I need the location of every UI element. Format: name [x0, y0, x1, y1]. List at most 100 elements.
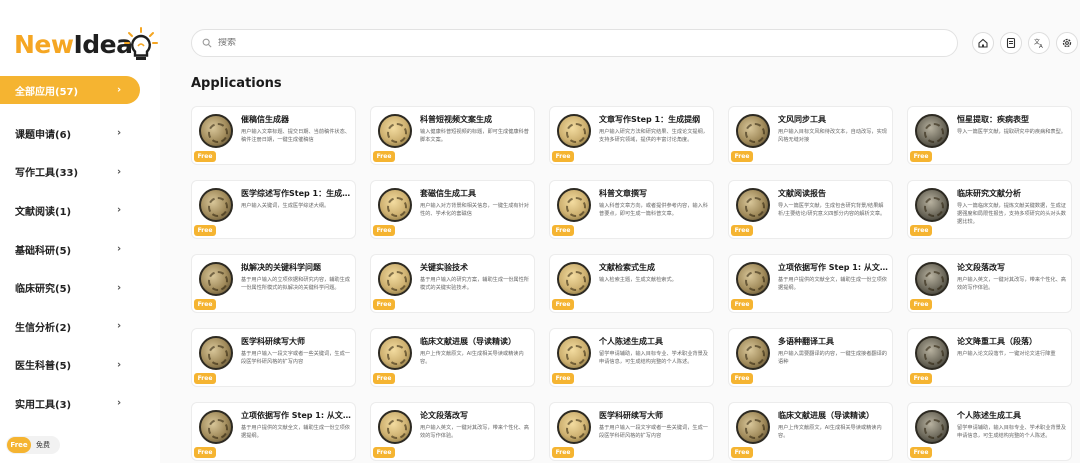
app-thumbnail-icon: [736, 336, 770, 370]
app-card-description: 导入一篇医学文献，提取研究中的疾病和表型。: [957, 129, 1066, 135]
app-card-description: 留学申请辅助，输入目标专业、学术职业背景及申请信息，可生成结构完整的个人陈述。: [599, 351, 708, 365]
app-card[interactable]: 临床研究文献分析 导入一篇临床文献，提炼文献关键数据，生成证据强度和局限性报告，支…: [907, 180, 1072, 239]
app-card-title: 临床文献进展（导读精读）: [778, 411, 874, 420]
nav-item-clinical-research[interactable]: 临床研究(5) ›: [0, 268, 160, 307]
app-thumbnail-icon: [736, 262, 770, 296]
app-card[interactable]: 套磁信生成工具 用户输入对方背景和相关信息，一键生成有针对性的、学术化的套磁信 Fr…: [370, 180, 535, 239]
app-card-description: 用户上传文献原文，AI生成相关导读或精读内容。: [778, 425, 882, 439]
app-card[interactable]: 拟解决的关键科学问题 基于用户输入的立项依据和研究内容，辅助生成一份属性所模式的拟…: [191, 254, 356, 313]
nav-item-basic-research[interactable]: 基础科研(5) ›: [0, 230, 160, 269]
app-card[interactable]: 临床文献进展（导读精读） 用户上传文献原文，AI生成相关导读或精读内容。 Free: [370, 328, 535, 387]
app-card-title: 催稿信生成器: [241, 115, 289, 124]
search-bar[interactable]: [191, 29, 958, 57]
app-card[interactable]: 文章写作Step 1：生成提纲 用户输入研究方法和研究结果、生成论文提纲，支持多研…: [549, 106, 714, 165]
svg-text:A: A: [1039, 44, 1043, 49]
app-card-title: 立项依据写作 Step 1: 从文献中提取信息: [241, 411, 351, 420]
settings-button[interactable]: [1056, 32, 1078, 54]
nav-item-utility-tools[interactable]: 实用工具(3) ›: [0, 384, 160, 423]
app-card-title: 论文降重工具（段落）: [957, 337, 1037, 346]
app-card-title: 关键实验技术: [420, 263, 468, 272]
app-card-description: 基于用户输入一段文字或者一些关键词，生成一段医学科研风格的扩写内容: [599, 425, 708, 439]
app-card[interactable]: 多语种翻译工具 用户输入需要翻译的内容，一键生成接者翻译的语种 Free: [728, 328, 893, 387]
document-button[interactable]: [1000, 32, 1022, 54]
free-badge: Free: [552, 299, 574, 310]
app-thumbnail-icon: [557, 336, 591, 370]
search-input[interactable]: [218, 38, 818, 48]
app-card-title: 论文段落改写: [420, 411, 468, 420]
chevron-right-icon: ›: [117, 397, 122, 409]
app-thumbnail-icon: [915, 410, 949, 444]
logo-part-new: New: [14, 30, 74, 59]
app-card-description: 用户输入对方背景和相关信息，一键生成有针对性的、学术化的套磁信: [420, 203, 529, 217]
logo[interactable]: NewIdea: [14, 14, 159, 64]
translate-button[interactable]: 文A: [1028, 32, 1050, 54]
app-card-description: 用户输入关键词，生成医学综述大纲。: [241, 203, 330, 209]
app-card[interactable]: 医学综述写作Step 1：生成提纲 用户输入关键词，生成医学综述大纲。 Free: [191, 180, 356, 239]
nav-item-literature-reading[interactable]: 文献阅读(1) ›: [0, 191, 160, 230]
free-badge: Free: [373, 151, 395, 162]
app-card[interactable]: 恒星提取：疾病表型 导入一篇医学文献，提取研究中的疾病和表型。 Free: [907, 106, 1072, 165]
app-thumbnail-icon: [557, 114, 591, 148]
app-card[interactable]: 文风同步工具用户输入目标文风和待改文本，自动改写，实现风格无缝对接 Free: [728, 106, 893, 165]
app-card-title: 多语种翻译工具: [778, 337, 834, 346]
app-thumbnail-icon: [915, 336, 949, 370]
free-badge: Free: [194, 225, 216, 236]
app-card-description: 导入一篇临床文献，提炼文献关键数据，生成证据强度和局限性报告，支持多项研究的头对…: [957, 203, 1066, 225]
app-thumbnail-icon: [199, 336, 233, 370]
nav-item-label: 全部应用(57): [15, 86, 79, 98]
chevron-right-icon: ›: [117, 320, 122, 332]
app-card[interactable]: 医学科研续写大师基于用户输入一段文字或者一些关键词，生成一段医学科研风格的扩写内…: [549, 402, 714, 461]
app-card[interactable]: 个人陈述生成工具留学申请辅助，输入目标专业、学术职业背景及申请信息，可生成结构完…: [549, 328, 714, 387]
nav-item-doctor-science[interactable]: 医生科普(5) ›: [0, 346, 160, 385]
app-card-title: 文风同步工具: [778, 115, 826, 124]
free-badge: Free: [731, 151, 753, 162]
app-thumbnail-icon: [378, 114, 412, 148]
app-card[interactable]: 医学科研续写大师 基于用户输入一段文字或者一些关键词，生成一段医学科研风格的扩写内…: [191, 328, 356, 387]
app-card[interactable]: 立项依据写作 Step 1: 从文献中提取信息基于用户提供的文献全文，辅助生成一…: [728, 254, 893, 313]
nav-item-writing-tools[interactable]: 写作工具(33) ›: [0, 153, 160, 192]
free-badge: Free: [910, 299, 932, 310]
app-card-description: 基于用户输入的研究方案，辅助生成一份属性所模式的关键实验技术。: [420, 277, 529, 291]
app-card-description: 用户输入目标文风和待改文本，自动改写，实现风格无缝对接: [778, 129, 887, 143]
app-card-title: 医学科研续写大师: [599, 411, 663, 420]
home-button[interactable]: [972, 32, 994, 54]
app-thumbnail-icon: [199, 410, 233, 444]
app-card[interactable]: 个人陈述生成工具 留学申请辅助，输入目标专业、学术职业背景及申请信息，可生成结构完…: [907, 402, 1072, 461]
nav-item-topic-application[interactable]: 课题申请(6) ›: [0, 114, 160, 153]
nav-item-bioinformatics[interactable]: 生信分析(2) ›: [0, 307, 160, 346]
free-badge: Free: [194, 373, 216, 384]
app-card[interactable]: 催稿信生成器 用户输入文章标题、提交日期、当前稿件状态、稿件注册日期，一键生成催稿…: [191, 106, 356, 165]
app-card[interactable]: 科普文章撰写 输入科普文章方向，或者提供参考内容，输入科普要点，即可生成一篇科普文…: [549, 180, 714, 239]
app-card-description: 基于用户输入的立项依据和研究内容，辅助生成一份属性所模式的拟解决的关键科学问题。: [241, 277, 350, 291]
app-card[interactable]: 论文段落改写 用户输入英文，一键对其改写，带来个性化、高效的写作体验。 Free: [370, 402, 535, 461]
price-toggle[interactable]: Free 免费: [6, 436, 60, 454]
app-card[interactable]: 科普短视频文案生成 输入健康科普短视频的标题，即可生成健康科普脚本文案。 Free: [370, 106, 535, 165]
app-card[interactable]: 立项依据写作 Step 1: 从文献中提取信息基于用户提供的文献全文，辅助生成一…: [191, 402, 356, 461]
app-card[interactable]: 论文段落改写 用户输入英文，一键对其改写，带来个性化、高效的写作体验。 Free: [907, 254, 1072, 313]
toggle-option-free-cn[interactable]: 免费: [36, 440, 50, 450]
nav-item-label: 课题申请(6): [15, 129, 72, 141]
nav-item-label: 医生科普(5): [15, 361, 72, 373]
app-card-description: 用户输入需要翻译的内容，一键生成接者翻译的语种: [778, 351, 887, 365]
app-card[interactable]: 文献检索式生成 输入检索主题，生成文献检索式。 Free: [549, 254, 714, 313]
nav-item-all[interactable]: 全部应用(57) ›: [0, 76, 140, 104]
nav-item-label: 生信分析(2): [15, 322, 72, 334]
app-thumbnail-icon: [199, 262, 233, 296]
chevron-right-icon: ›: [117, 166, 122, 178]
app-card[interactable]: 临床文献进展（导读精读） 用户上传文献原文，AI生成相关导读或精读内容。 Free: [728, 402, 893, 461]
free-badge: Free: [910, 373, 932, 384]
nav-item-label: 临床研究(5): [15, 284, 72, 296]
app-card-description: 输入检索主题，生成文献检索式。: [599, 277, 677, 283]
logo-text: NewIdea: [14, 30, 133, 59]
app-thumbnail-icon: [736, 188, 770, 222]
app-card[interactable]: 关键实验技术 基于用户输入的研究方案，辅助生成一份属性所模式的关键实验技术。 Fre…: [370, 254, 535, 313]
app-card-title: 个人陈述生成工具: [599, 337, 663, 346]
app-card[interactable]: 论文降重工具（段落） 用户输入论文段落节，一键对论文进行降重 Free: [907, 328, 1072, 387]
app-card-description: 输入科普文章方向，或者提供参考内容，输入科普要点，即可生成一篇科普文章。: [599, 203, 708, 217]
app-card-description: 留学申请辅助，输入目标专业、学术职业背景及申请信息，可生成结构完整的个人陈述。: [957, 425, 1066, 439]
toggle-option-free[interactable]: Free: [7, 437, 31, 453]
app-card[interactable]: 文献阅读报告 导入一篇医学文献，生成包含研究背景/结果解析/主要结论/研究意义四部…: [728, 180, 893, 239]
app-thumbnail-icon: [557, 410, 591, 444]
app-card-description: 用户输入研究方法和研究结果、生成论文提纲，支持多研究领域，提供的丰富讨论角度。: [599, 129, 708, 143]
free-badge: Free: [552, 225, 574, 236]
